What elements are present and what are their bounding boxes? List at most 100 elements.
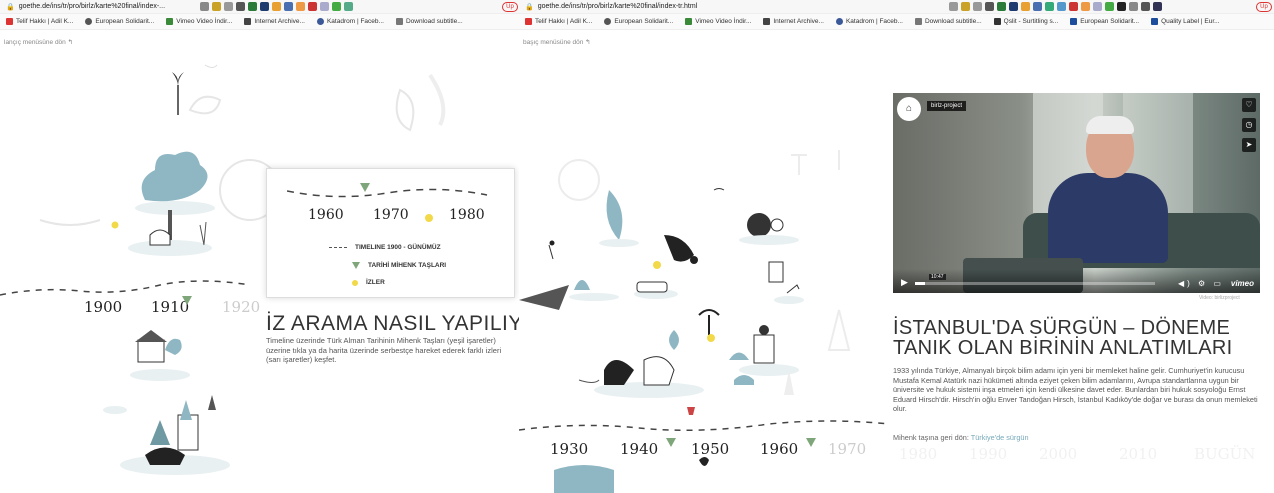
milestone-link[interactable]: Türkiye'de sürgün <box>971 433 1029 442</box>
extension-icon[interactable] <box>1117 2 1126 11</box>
url-text[interactable]: goethe.de/ins/tr/pro/birlz/karte%20final… <box>538 3 698 10</box>
milestone-marker <box>360 183 370 192</box>
pomegranate-icon <box>747 213 771 237</box>
extension-icon[interactable] <box>260 2 269 11</box>
extension-icon[interactable] <box>236 2 245 11</box>
play-icon[interactable]: ▶ <box>901 277 908 288</box>
bookmark-item[interactable]: Telif Hakkı | Adil K... <box>6 18 73 25</box>
share-icon[interactable]: ➤ <box>1242 138 1256 152</box>
video-channel-name[interactable]: birlz-project <box>927 101 967 111</box>
extension-icon[interactable] <box>1081 2 1090 11</box>
dog-icon <box>643 356 675 386</box>
milestone-marker[interactable] <box>182 296 192 305</box>
extension-icon[interactable] <box>1033 2 1042 11</box>
legend-timeline: TIMELINE 1900 - GÜNÜMÜZ <box>329 244 441 251</box>
extension-icon[interactable] <box>997 2 1006 11</box>
how-to-text: Timeline üzerinde Türk Alman Tarihinin M… <box>266 336 502 364</box>
bookmark-item[interactable]: Internet Archive... <box>244 18 305 25</box>
video-progress-bar[interactable] <box>915 282 1155 285</box>
heart-icon[interactable]: ♡ <box>1242 98 1256 112</box>
lock-icon: 🔒 <box>525 3 534 11</box>
extension-icon[interactable] <box>284 2 293 11</box>
back-to-menu-link[interactable]: lançıç menüsüne dön ↰ <box>4 38 73 46</box>
extension-icon[interactable] <box>200 2 209 11</box>
extension-icon[interactable] <box>1045 2 1054 11</box>
bookmark-item[interactable]: European Solidarit... <box>85 18 154 25</box>
timeline-year[interactable]: 1950 <box>691 440 729 458</box>
timeline-year[interactable]: 1930 <box>550 440 588 458</box>
extension-icon[interactable] <box>1105 2 1114 11</box>
extension-icon[interactable] <box>320 2 329 11</box>
extension-icon[interactable] <box>1093 2 1102 11</box>
extension-icon[interactable] <box>1141 2 1150 11</box>
back-to-milestone: Mihenk taşına geri dön: Türkiye'de sürgü… <box>893 433 1029 442</box>
update-button[interactable]: Up <box>502 2 518 12</box>
extension-icon[interactable] <box>949 2 958 11</box>
lock-icon: 🔒 <box>6 3 15 11</box>
clock-icon[interactable]: ◷ <box>1242 118 1256 132</box>
extension-icon[interactable] <box>1129 2 1138 11</box>
extension-icon[interactable] <box>1021 2 1030 11</box>
extension-icon[interactable] <box>308 2 317 11</box>
timeline-line <box>519 420 889 431</box>
star-icon[interactable] <box>973 2 982 11</box>
extension-icon[interactable] <box>1009 2 1018 11</box>
bookmark-item[interactable]: Vimeo Video İndir... <box>166 18 232 25</box>
bookmark-item[interactable]: Telif Hakkı | Adil K... <box>525 18 592 25</box>
trace-marker <box>653 261 661 269</box>
video-player[interactable]: ⌂ birlz-project ♡ ◷ ➤ ▶ 10:47 ◀) ⚙ ▭ vim… <box>893 93 1260 293</box>
extension-icon[interactable] <box>985 2 994 11</box>
bookmark-item[interactable]: Download subtitle... <box>914 18 982 25</box>
video-controls[interactable]: ◀) ⚙ ▭ <box>1178 279 1224 288</box>
trace-marker <box>425 214 433 222</box>
legend-year: 1980 <box>449 207 485 223</box>
star-icon[interactable] <box>224 2 233 11</box>
extension-icon[interactable] <box>961 2 970 11</box>
timeline-year[interactable]: 1920 <box>222 298 260 316</box>
channel-avatar[interactable]: ⌂ <box>897 97 921 121</box>
bookmark-item[interactable]: Vimeo Video İndir... <box>685 18 751 25</box>
video-caption: Video: birlizproject <box>1199 295 1240 301</box>
palm-icon <box>698 309 720 335</box>
timeline-year[interactable]: 1940 <box>620 440 658 458</box>
trace-marker <box>111 221 119 229</box>
bookmark-item[interactable]: Quality Label | Eur... <box>1151 18 1220 25</box>
legend-year: 1960 <box>308 207 344 223</box>
article-title: İSTANBUL'DA SÜRGÜN – DÖNEME TANIK OLAN B… <box>893 317 1233 359</box>
extension-icon[interactable] <box>344 2 353 11</box>
bookmark-item[interactable]: Katadrom | Faceb... <box>835 18 903 25</box>
back-to-menu-link[interactable]: başıç menüsüne dön ↰ <box>523 38 591 46</box>
bookmark-item[interactable]: Download subtitle... <box>395 18 463 25</box>
milestone-marker[interactable] <box>666 438 676 447</box>
vimeo-logo[interactable]: vimeo <box>1231 279 1254 288</box>
bookmark-item[interactable]: Qslit - Surtitling s... <box>993 18 1058 25</box>
url-text[interactable]: goethe.de/ins/tr/pro/birlz/karte%20final… <box>19 3 165 10</box>
bookmarks-bar: Telif Hakkı | Adil K... European Solidar… <box>519 14 1274 30</box>
timeline-year[interactable]: 1960 <box>760 440 798 458</box>
timeline-year[interactable]: 1970 <box>828 440 866 458</box>
extension-icons <box>949 2 1162 11</box>
legend-milestones: TARİHİ MİHENK TAŞLARI <box>352 262 446 269</box>
extension-icons <box>200 2 353 11</box>
extension-icon[interactable] <box>248 2 257 11</box>
extension-icon[interactable] <box>212 2 221 11</box>
extension-icon[interactable] <box>332 2 341 11</box>
legend-year: 1970 <box>373 207 409 223</box>
timeline-line <box>0 280 251 296</box>
extension-icon[interactable] <box>1057 2 1066 11</box>
profile-icon[interactable] <box>1153 2 1162 11</box>
bird-icon <box>713 188 725 191</box>
update-button[interactable]: Up <box>1256 2 1272 12</box>
bookmark-item[interactable]: European Solidarit... <box>604 18 673 25</box>
extension-icon[interactable] <box>1069 2 1078 11</box>
milestone-marker[interactable] <box>806 438 816 447</box>
bookmark-item[interactable]: Internet Archive... <box>763 18 824 25</box>
extension-icon[interactable] <box>272 2 281 11</box>
timeline-year[interactable]: 1900 <box>84 298 122 316</box>
figs-icon <box>604 360 634 385</box>
tree-icon <box>141 151 208 202</box>
bookmark-item[interactable]: European Solidarit... <box>1070 18 1139 25</box>
extension-icon[interactable] <box>296 2 305 11</box>
carpet-icon <box>519 285 569 310</box>
bookmark-item[interactable]: Katadrom | Faceb... <box>316 18 384 25</box>
